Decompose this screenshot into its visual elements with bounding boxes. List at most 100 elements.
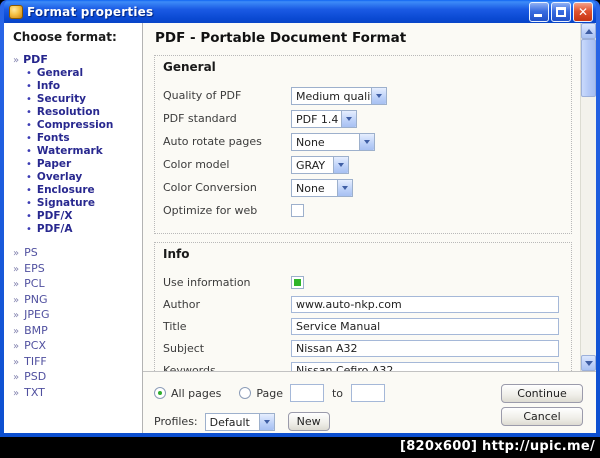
optimize-for-web-checkbox[interactable]: [291, 204, 304, 217]
sidebar-item-label: PCX: [24, 339, 46, 352]
sidebar-item-tiff[interactable]: » TIFF: [13, 355, 140, 371]
watermark-credit: [820x600] http://upic.me/: [0, 437, 600, 458]
sidebar-item-label: TXT: [24, 385, 45, 399]
chevron-marker-icon: »: [13, 294, 20, 306]
sidebar-item-enclosure[interactable]: • Enclosure: [26, 184, 140, 197]
bullet-icon: •: [26, 81, 32, 92]
select-value: None: [296, 135, 325, 149]
page-to-input[interactable]: [351, 384, 386, 402]
color-conversion-select[interactable]: None: [291, 178, 353, 197]
form-row-color-conversion: Color Conversion None: [163, 176, 563, 199]
sidebar-item-paper[interactable]: • Paper: [26, 158, 140, 171]
subject-input[interactable]: [291, 339, 559, 357]
sidebar-item-pdf-x[interactable]: • PDF/X: [26, 210, 140, 223]
field-label: Quality of PDF: [163, 89, 242, 102]
bullet-icon: •: [26, 146, 32, 157]
sidebar-item-resolution[interactable]: • Resolution: [26, 106, 140, 119]
sidebar-item-label: BMP: [24, 323, 48, 337]
chevron-down-icon: [258, 413, 274, 430]
close-button[interactable]: ✕: [573, 1, 593, 22]
sidebar-item-eps[interactable]: » EPS: [13, 262, 140, 278]
chevron-marker-icon: »: [13, 341, 20, 352]
field-label: Keywords: [163, 363, 216, 372]
profiles-select[interactable]: Default: [204, 412, 275, 431]
author-input[interactable]: [291, 295, 559, 313]
sidebar-item-pdf[interactable]: » PDF: [13, 53, 140, 66]
chevron-down-icon: [371, 87, 386, 104]
bullet-icon: •: [26, 211, 32, 222]
sidebar-item-png[interactable]: » PNG: [13, 293, 140, 309]
sidebar-item-label: Enclosure: [36, 184, 95, 196]
quality-of-pdf-select[interactable]: Medium quality: [291, 86, 387, 105]
sidebar-item-general[interactable]: • General: [26, 67, 140, 80]
chevron-down-icon: [341, 110, 356, 127]
sidebar-item-pcx[interactable]: » PCX: [13, 339, 140, 355]
sidebar-item-ps[interactable]: » PS: [13, 246, 140, 262]
sidebar-item-label: Security: [36, 93, 86, 105]
page-from-input[interactable]: [289, 384, 324, 402]
bullet-icon: •: [26, 198, 32, 209]
sidebar-item-txt[interactable]: » TXT: [13, 386, 140, 402]
sidebar-item-pdf-label: PDF: [23, 53, 48, 66]
page-range-radio[interactable]: [239, 387, 252, 399]
sidebar-item-label: Info: [36, 80, 61, 92]
sidebar-item-jpeg[interactable]: » JPEG: [13, 308, 140, 324]
keywords-input[interactable]: [291, 361, 559, 371]
all-pages-radio[interactable]: [154, 387, 166, 399]
arrow-down-icon: [584, 360, 593, 366]
field-label: Color model: [163, 158, 230, 171]
cancel-button[interactable]: Cancel: [501, 407, 583, 426]
bullet-icon: •: [26, 107, 32, 118]
field-label: Title: [163, 319, 187, 333]
sidebar-item-label: TIFF: [24, 354, 47, 368]
scroll-down-button[interactable]: [581, 355, 596, 371]
sidebar-item-overlay[interactable]: • Overlay: [26, 171, 140, 184]
pdf-standard-select[interactable]: PDF 1.4: [291, 109, 357, 128]
chevron-down-icon: [359, 133, 374, 150]
select-value: None: [296, 181, 325, 195]
sidebar-item-bmp[interactable]: » BMP: [13, 324, 140, 340]
chevron-marker-icon: »: [13, 356, 20, 368]
maximize-button[interactable]: [551, 1, 571, 22]
sidebar-item-label: Overlay: [36, 171, 83, 183]
vertical-scrollbar[interactable]: [580, 23, 596, 371]
scroll-thumb[interactable]: [581, 39, 596, 97]
title-input[interactable]: [291, 317, 559, 335]
chevron-down-icon: [333, 156, 348, 173]
use-information-checkbox[interactable]: [291, 275, 304, 289]
field-label: Color Conversion: [163, 181, 257, 194]
new-profile-button[interactable]: New: [287, 412, 330, 431]
window-title: Format properties: [27, 4, 154, 19]
color-model-select[interactable]: GRAY: [291, 155, 349, 174]
bullet-icon: •: [26, 185, 32, 196]
chevron-marker-icon: »: [13, 248, 20, 259]
sidebar-item-psd[interactable]: » PSD: [13, 370, 140, 386]
field-label: Author: [163, 297, 201, 311]
field-label: Auto rotate pages: [163, 135, 262, 148]
sidebar-item-signature[interactable]: • Signature: [26, 197, 140, 210]
scroll-track[interactable]: [581, 97, 596, 355]
sidebar-item-security[interactable]: • Security: [26, 93, 140, 106]
form-row-use-information: Use information: [163, 271, 563, 293]
minimize-button[interactable]: [529, 1, 549, 22]
sidebar-item-compression[interactable]: • Compression: [26, 119, 140, 132]
app-icon: [9, 4, 23, 19]
continue-button[interactable]: Continue: [501, 384, 583, 403]
sidebar-item-label: Fonts: [36, 132, 70, 144]
sidebar-item-fonts[interactable]: • Fonts: [26, 132, 140, 145]
section-general: General Quality of PDF Medium quality PDF s…: [154, 55, 572, 234]
sidebar-item-label: Resolution: [36, 106, 100, 118]
window-titlebar[interactable]: Format properties ✕: [4, 0, 596, 23]
sidebar-item-info[interactable]: • Info: [26, 80, 140, 93]
sidebar-item-label: Signature: [36, 197, 95, 209]
sidebar-item-watermark[interactable]: • Watermark: [26, 145, 140, 158]
page-title: PDF - Portable Document Format: [155, 30, 407, 46]
auto-rotate-pages-select[interactable]: None: [291, 132, 375, 151]
scroll-up-button[interactable]: [581, 23, 596, 39]
bullet-icon: •: [26, 172, 32, 183]
sidebar-item-pdf-a[interactable]: • PDF/A: [26, 223, 140, 236]
field-label: Subject: [163, 341, 205, 355]
form-row-title: Title: [163, 315, 563, 337]
sidebar-item-pcl[interactable]: » PCL: [13, 277, 140, 293]
form-row-keywords: Keywords: [163, 359, 563, 371]
